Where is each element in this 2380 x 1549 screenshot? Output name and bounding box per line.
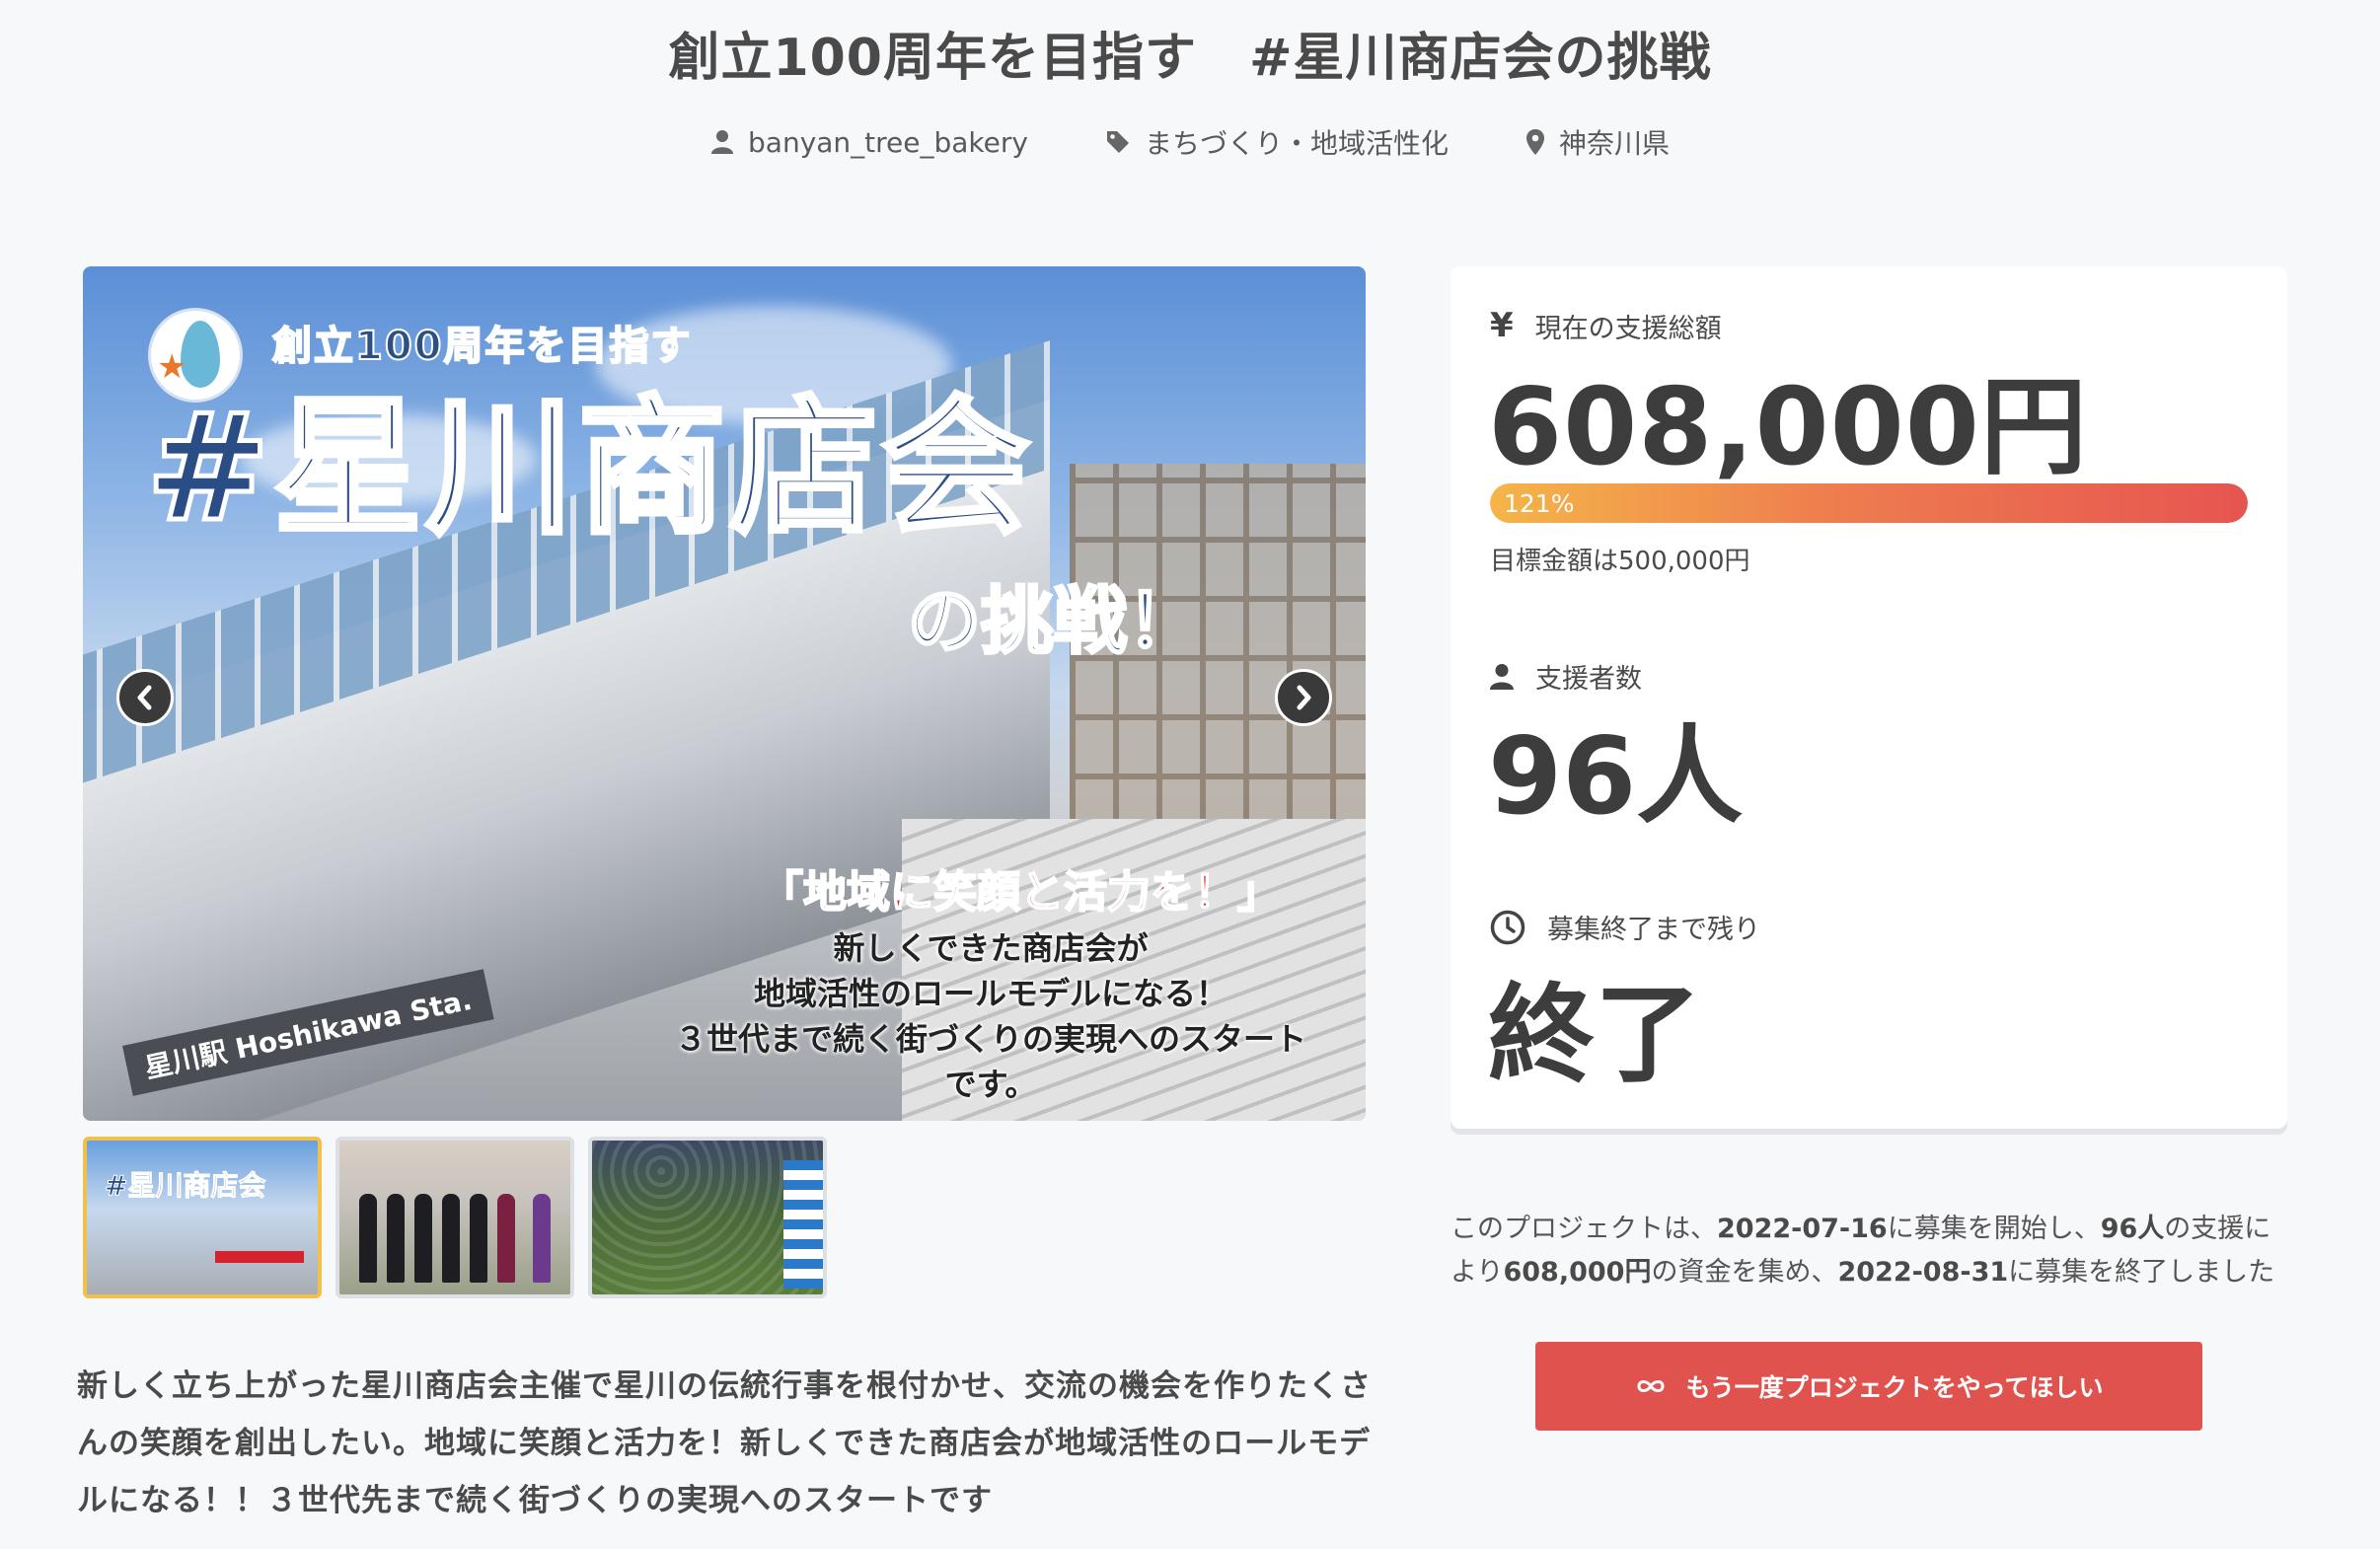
target-amount: 目標金額は500,000円	[1490, 547, 1750, 576]
summary-text: このプロジェクトは、	[1450, 1214, 1717, 1244]
slogan-line: 新しくできた商店会が	[833, 929, 1149, 967]
user-icon	[711, 130, 734, 154]
remaining-value: 終了	[1488, 974, 1702, 1097]
banner-slogan-lines: 新しくできた商店会が 地域活性のロールモデルになる！ ３世代まで続く街づくりの実…	[675, 925, 1306, 1107]
progress-fill	[1490, 483, 2248, 523]
summary-amount: 608,000円	[1503, 1257, 1652, 1288]
thumbnail-text: #星川商店会	[104, 1169, 266, 1203]
summary-text: に募集を開始し、	[1887, 1214, 2101, 1244]
summary-text: に募集を終了しました	[2008, 1257, 2275, 1288]
location-name: 神奈川県	[1558, 127, 1670, 160]
chevron-left-icon	[137, 685, 152, 710]
slogan-line: ３世代まで続く街づくりの実現へのスタートです。	[675, 1020, 1307, 1103]
backers-label-row: 支援者数	[1490, 657, 1642, 696]
map-pin-icon	[1525, 129, 1544, 155]
star-icon: ★	[157, 347, 187, 387]
thumbnail-2[interactable]	[335, 1137, 574, 1298]
carousel-prev-button[interactable]	[116, 669, 174, 726]
infinity-icon	[1637, 1380, 1665, 1392]
progress-percent: 121%	[1504, 489, 1575, 518]
backers-label: 支援者数	[1535, 664, 1642, 695]
category-link[interactable]: まちづくり・地域活性化	[1105, 122, 1449, 162]
summary-end-date: 2022-08-31	[1837, 1257, 2009, 1288]
banner-subtitle-2: の挑戦！	[907, 578, 1202, 666]
summary-backers: 96人	[2100, 1214, 2165, 1244]
request-again-label: もう一度プロジェクトをやってほしい	[1685, 1373, 2104, 1402]
user-icon	[1490, 663, 1514, 690]
person-figure	[533, 1194, 551, 1283]
amount-label: 現在の支援総額	[1534, 313, 1722, 344]
stats-card: ¥ 現在の支援総額 608,000円 121% 目標金額は500,000円 支援…	[1450, 266, 2287, 1129]
owner-link[interactable]: banyan_tree_bakery	[710, 122, 1028, 162]
tag-icon	[1106, 131, 1129, 153]
amount-label-row: ¥ 現在の支援総額	[1490, 306, 1722, 345]
image-carousel[interactable]: 星川駅 Hoshikawa Sta. ★ 創立100周年を目指す #星川商店会 …	[83, 266, 1366, 1121]
project-title: 創立100周年を目指す #星川商店会の挑戦	[668, 29, 1712, 88]
person-figure	[497, 1194, 515, 1283]
slogan-line: 地域活性のロールモデルになる！	[753, 975, 1227, 1012]
thumbnail-slogan-bar	[215, 1251, 304, 1263]
summary-start-date: 2022-07-16	[1717, 1214, 1888, 1244]
request-again-button[interactable]: もう一度プロジェクトをやってほしい	[1535, 1342, 2202, 1431]
thumbnail-1[interactable]: #星川商店会	[83, 1137, 322, 1298]
project-meta: banyan_tree_bakery まちづくり・地域活性化 神奈川県	[0, 122, 2380, 162]
location-link[interactable]: 神奈川県	[1525, 122, 1670, 162]
clock-icon	[1490, 910, 1525, 944]
person-figure	[442, 1194, 460, 1283]
person-figure	[414, 1194, 432, 1283]
banner-slogan: 「地域に笑顔と活力を！」	[759, 866, 1282, 919]
amount-value: 608,000円	[1488, 366, 2088, 489]
banner-main-title: #星川商店会	[144, 383, 1034, 554]
category-name: まちづくり・地域活性化	[1144, 127, 1449, 160]
person-figure	[359, 1194, 377, 1283]
person-figure	[387, 1194, 405, 1283]
progress-bar	[1490, 483, 2248, 523]
remaining-label: 募集終了まで残り	[1547, 915, 1760, 945]
project-description: 新しく立ち上がった星川商店会主催で星川の伝統行事を根付かせ、交流の機会を作りたく…	[77, 1368, 1372, 1518]
summary-text: の資金を集め、	[1651, 1257, 1838, 1288]
banner-subtitle: 創立100周年を目指す	[271, 323, 693, 370]
yen-icon: ¥	[1490, 306, 1514, 345]
chevron-right-icon	[1297, 685, 1311, 710]
carousel-next-button[interactable]	[1275, 669, 1332, 726]
backers-value: 96人	[1488, 715, 1744, 839]
carousel-thumbnails: #星川商店会	[83, 1137, 827, 1298]
tent-stripe	[783, 1160, 823, 1289]
remaining-label-row: 募集終了まで残り	[1490, 908, 1760, 946]
owner-name: banyan_tree_bakery	[748, 125, 1028, 159]
project-summary: このプロジェクトは、2022-07-16に募集を開始し、96人の支援により608…	[1450, 1208, 2279, 1294]
thumbnail-3[interactable]	[588, 1137, 827, 1298]
person-figure	[470, 1194, 487, 1283]
